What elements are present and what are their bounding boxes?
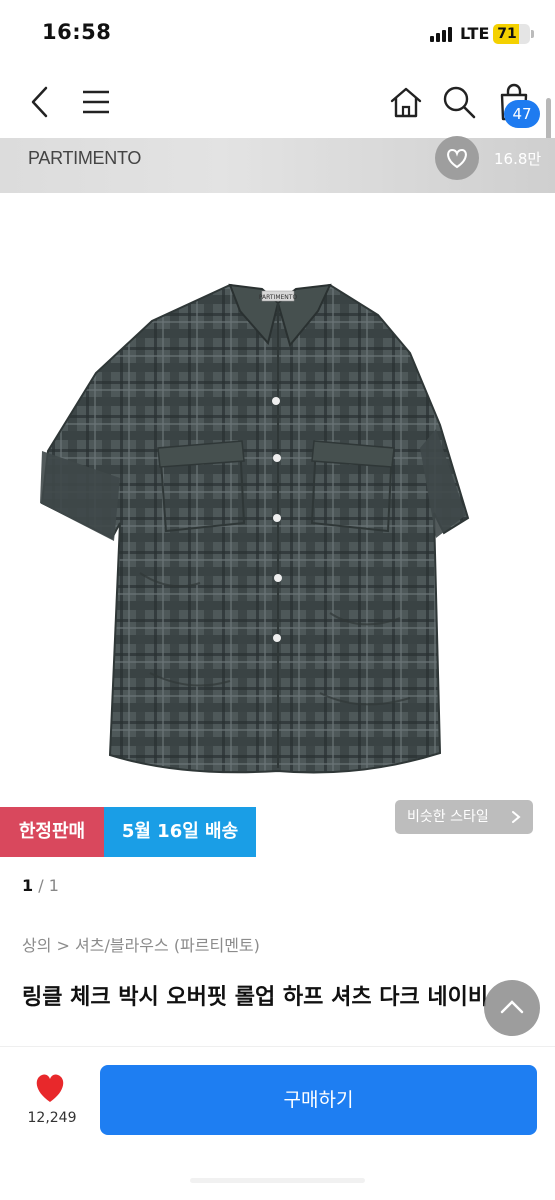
product-title: 링클 체크 박시 오버핏 롤업 하프 셔츠 다크 네이비 bbox=[22, 985, 489, 1010]
battery-icon: 71 bbox=[493, 24, 530, 44]
wishlist-count: 12,249 bbox=[27, 1110, 77, 1126]
hamburger-icon bbox=[83, 90, 109, 114]
pager-separator: / bbox=[38, 876, 44, 895]
chevron-left-icon bbox=[31, 86, 48, 118]
limited-sale-tag: 한정판매 bbox=[0, 807, 104, 857]
search-button[interactable] bbox=[441, 84, 477, 120]
home-icon bbox=[390, 87, 422, 118]
search-icon bbox=[443, 86, 476, 119]
chevron-right-icon bbox=[512, 811, 521, 823]
pager-total: 1 bbox=[48, 876, 59, 895]
brand-name[interactable]: PARTIMENTO bbox=[28, 148, 141, 169]
delivery-date-tag: 5월 16일 배송 bbox=[104, 807, 256, 857]
brand-like-count: 16.8만 bbox=[494, 150, 542, 168]
image-pager: 1 / 1 bbox=[22, 876, 59, 895]
home-button[interactable] bbox=[388, 84, 424, 120]
product-image[interactable]: PARTIMENTO bbox=[0, 193, 555, 805]
chevron-up-icon bbox=[500, 1000, 524, 1014]
status-bar: 16:58 LTE 71 bbox=[0, 0, 555, 66]
top-nav-bar bbox=[0, 66, 555, 138]
status-time: 16:58 bbox=[42, 20, 112, 44]
heart-outline-icon bbox=[447, 148, 467, 169]
back-button[interactable] bbox=[26, 84, 54, 120]
battery-cap bbox=[531, 30, 534, 38]
breadcrumb[interactable]: 상의 > 셔츠/블라우스 (파르티멘토) bbox=[22, 932, 260, 956]
wishlist-button[interactable] bbox=[32, 1072, 68, 1104]
menu-button[interactable] bbox=[80, 88, 112, 116]
scroll-to-top-button[interactable] bbox=[484, 980, 540, 1036]
cart-count-badge: 47 bbox=[504, 100, 540, 128]
network-type: LTE bbox=[460, 24, 490, 43]
pager-current: 1 bbox=[22, 876, 34, 895]
brand-like-button[interactable] bbox=[435, 136, 479, 180]
battery-percent: 71 bbox=[497, 26, 517, 42]
signal-icon bbox=[430, 27, 452, 42]
heart-filled-icon bbox=[36, 1074, 64, 1102]
shirt-label-text: PARTIMENTO bbox=[259, 294, 298, 301]
buy-button[interactable]: 구매하기 bbox=[100, 1065, 537, 1135]
shirt-image: PARTIMENTO bbox=[40, 283, 470, 774]
home-indicator bbox=[190, 1178, 365, 1183]
